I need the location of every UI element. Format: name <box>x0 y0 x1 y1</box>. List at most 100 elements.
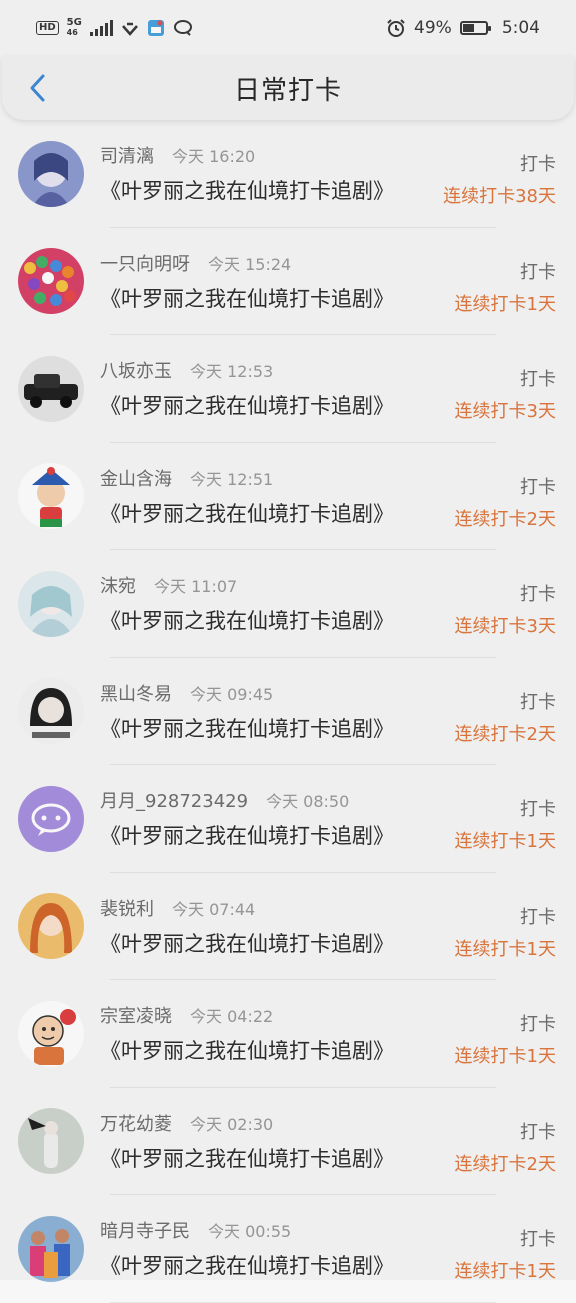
checkin-action[interactable]: 打卡 <box>520 580 556 606</box>
app-header: 日常打卡 <box>2 56 574 120</box>
timestamp: 今天 08:50 <box>266 792 350 811</box>
item-meta: 司清漓 今天 16:20 <box>100 142 576 168</box>
status-left: HD 5G 46 <box>36 18 193 38</box>
item-meta: 黑山冬易 今天 09:45 <box>100 680 576 706</box>
avatar[interactable] <box>18 1000 84 1067</box>
network-5g-label: 5G <box>66 17 82 28</box>
list-item[interactable]: 沫宛 今天 11:07 《叶罗丽之我在仙境打卡追剧》 打卡 连续打卡3天 <box>0 550 576 658</box>
checkin-action[interactable]: 打卡 <box>520 1225 556 1251</box>
username[interactable]: 月月_928723429 <box>100 787 248 813</box>
wifi-icon <box>121 22 138 36</box>
checkin-action[interactable]: 打卡 <box>520 688 556 714</box>
chat-bubble-avatar <box>18 785 84 852</box>
timestamp: 今天 04:22 <box>190 1007 274 1026</box>
item-meta: 月月_928723429 今天 08:50 <box>100 787 576 813</box>
streak-label: 连续打卡3天 <box>454 616 556 637</box>
item-meta: 沫宛 今天 11:07 <box>100 572 576 598</box>
avatar[interactable] <box>18 1215 84 1282</box>
username[interactable]: 司清漓 <box>100 142 154 168</box>
checkin-action[interactable]: 打卡 <box>520 258 556 284</box>
list-item[interactable]: 黑山冬易 今天 09:45 《叶罗丽之我在仙境打卡追剧》 打卡 连续打卡2天 <box>0 658 576 766</box>
avatar[interactable] <box>18 140 84 207</box>
chat-icon <box>173 20 192 36</box>
clock: 5:04 <box>501 18 540 38</box>
checkin-list: 司清漓 今天 16:20 《叶罗丽之我在仙境打卡追剧》 打卡 连续打卡38天 一… <box>0 120 576 1303</box>
streak-label: 连续打卡2天 <box>454 1153 556 1175</box>
chevron-left-icon <box>30 74 45 102</box>
streak-label: 连续打卡2天 <box>454 508 556 530</box>
item-meta: 八坂亦玉 今天 12:53 <box>100 357 576 383</box>
anime-girl-avatar <box>18 140 84 207</box>
orange-anime-avatar <box>18 893 84 960</box>
avatar[interactable] <box>18 248 84 315</box>
app-notification-icon <box>147 20 164 36</box>
page-title: 日常打卡 <box>233 75 342 106</box>
timestamp: 今天 11:07 <box>154 577 238 596</box>
item-meta: 一只向明呀 今天 15:24 <box>100 250 576 276</box>
network-type-icon: 5G 46 <box>67 18 82 38</box>
list-item[interactable]: 月月_928723429 今天 08:50 《叶罗丽之我在仙境打卡追剧》 打卡 … <box>0 765 576 873</box>
username[interactable]: 沫宛 <box>100 572 136 598</box>
streak-label: 连续打卡1天 <box>454 1046 556 1067</box>
username[interactable]: 宗室凌晓 <box>100 1002 172 1028</box>
list-item[interactable]: 金山含海 今天 12:51 《叶罗丽之我在仙境打卡追剧》 打卡 连续打卡2天 <box>0 443 576 551</box>
streak-label: 连续打卡2天 <box>454 723 556 745</box>
checkin-action[interactable]: 打卡 <box>520 1118 556 1144</box>
checkin-action[interactable]: 打卡 <box>520 1010 556 1036</box>
signal-icon <box>89 20 113 36</box>
item-meta: 宗室凌晓 今天 04:22 <box>100 1002 576 1028</box>
list-item[interactable]: 一只向明呀 今天 15:24 《叶罗丽之我在仙境打卡追剧》 打卡 连续打卡1天 <box>0 228 576 336</box>
candy-avatar <box>18 248 84 315</box>
timestamp: 今天 09:45 <box>190 684 274 704</box>
checkin-action[interactable]: 打卡 <box>520 903 556 929</box>
avatar[interactable] <box>18 893 84 960</box>
pastel-anime-avatar <box>18 570 84 637</box>
checkin-action[interactable]: 打卡 <box>520 795 556 821</box>
item-meta: 裴锐利 今天 07:44 <box>100 895 576 921</box>
checkin-action[interactable]: 打卡 <box>520 365 556 391</box>
list-item[interactable]: 司清漓 今天 16:20 《叶罗丽之我在仙境打卡追剧》 打卡 连续打卡38天 <box>0 120 576 228</box>
battery-percent: 49% <box>414 18 452 38</box>
timestamp: 今天 15:24 <box>208 254 292 274</box>
avatar[interactable] <box>18 570 84 637</box>
hd-icon: HD <box>36 21 59 35</box>
alarm-icon <box>387 19 405 37</box>
streak-label: 连续打卡1天 <box>454 293 556 315</box>
streak-label: 连续打卡1天 <box>454 1261 556 1282</box>
cartoon-man-avatar <box>18 1000 84 1067</box>
avatar[interactable] <box>18 678 84 745</box>
username[interactable]: 裴锐利 <box>100 895 154 921</box>
avatar[interactable] <box>18 355 84 422</box>
timestamp: 今天 02:30 <box>190 1114 274 1134</box>
username[interactable]: 金山含海 <box>100 465 172 491</box>
username[interactable]: 暗月寺子民 <box>100 1217 190 1243</box>
cycling-group-avatar <box>18 1215 84 1282</box>
list-item[interactable]: 宗室凌晓 今天 04:22 《叶罗丽之我在仙境打卡追剧》 打卡 连续打卡1天 <box>0 980 576 1088</box>
list-item[interactable]: 暗月寺子民 今天 00:55 《叶罗丽之我在仙境打卡追剧》 打卡 连续打卡1天 <box>0 1195 576 1303</box>
battery-icon <box>459 21 491 35</box>
streak-label: 连续打卡1天 <box>454 831 556 852</box>
timestamp: 今天 12:51 <box>190 469 274 489</box>
network-sub-label: 46 <box>66 28 78 37</box>
status-right: 49% 5:04 <box>386 18 540 38</box>
item-meta: 暗月寺子民 今天 00:55 <box>100 1217 576 1243</box>
avatar[interactable] <box>18 785 84 852</box>
streak-label: 连续打卡3天 <box>454 401 556 422</box>
username[interactable]: 黑山冬易 <box>100 680 172 706</box>
timestamp: 今天 16:20 <box>172 147 256 166</box>
battery-fill <box>462 24 474 32</box>
item-meta: 万花幼菱 今天 02:30 <box>100 1110 576 1136</box>
list-item[interactable]: 万花幼菱 今天 02:30 《叶罗丽之我在仙境打卡追剧》 打卡 连续打卡2天 <box>0 1088 576 1196</box>
username[interactable]: 万花幼菱 <box>100 1110 172 1136</box>
checkin-action[interactable]: 打卡 <box>520 473 556 499</box>
back-button[interactable] <box>20 70 56 106</box>
username[interactable]: 一只向明呀 <box>100 250 190 276</box>
list-item[interactable]: 裴锐利 今天 07:44 《叶罗丽之我在仙境打卡追剧》 打卡 连续打卡1天 <box>0 873 576 981</box>
avatar[interactable] <box>18 463 84 530</box>
avatar[interactable] <box>18 1108 84 1175</box>
checkin-action[interactable]: 打卡 <box>520 150 556 176</box>
timestamp: 今天 12:53 <box>190 362 274 381</box>
username[interactable]: 八坂亦玉 <box>100 357 172 383</box>
list-item[interactable]: 八坂亦玉 今天 12:53 《叶罗丽之我在仙境打卡追剧》 打卡 连续打卡3天 <box>0 335 576 443</box>
bird-figure-avatar <box>18 1108 84 1175</box>
